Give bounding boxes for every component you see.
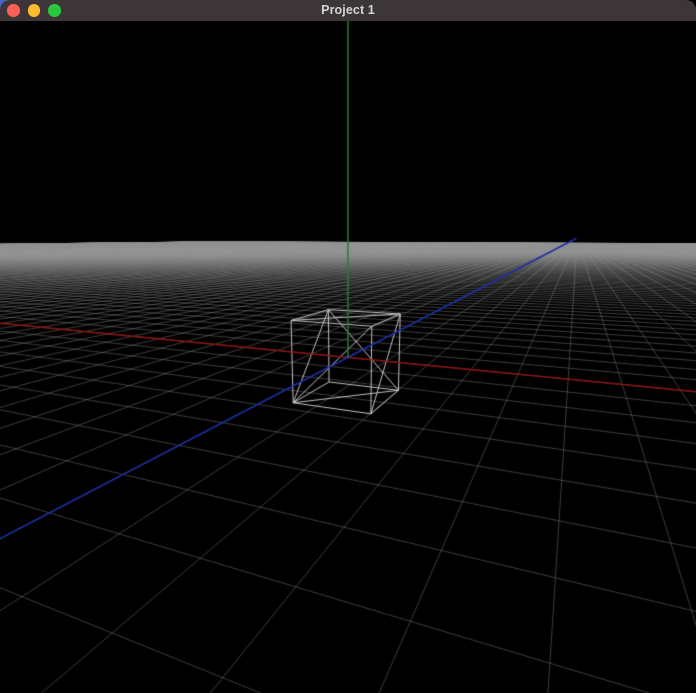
window-title: Project 1	[321, 3, 375, 17]
viewport-wrap	[0, 21, 696, 693]
viewport-3d[interactable]	[0, 21, 696, 693]
titlebar[interactable]: Project 1	[0, 0, 696, 21]
app-window: Project 1	[0, 0, 696, 693]
